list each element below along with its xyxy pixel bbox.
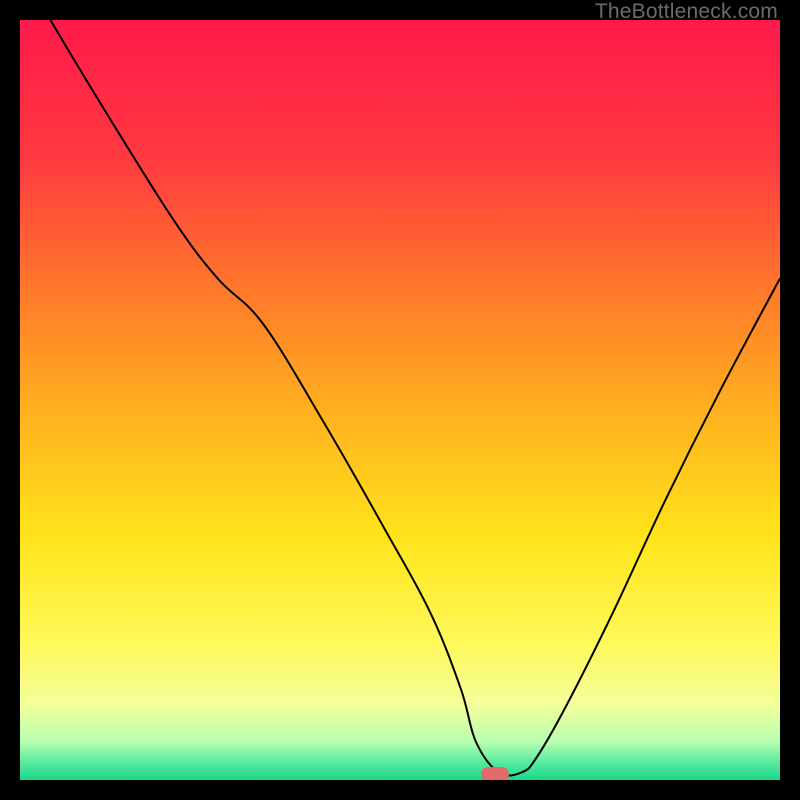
bottleneck-curve [20,20,780,780]
chart-frame: TheBottleneck.com [0,0,800,800]
minimum-marker [481,767,509,780]
plot-area [20,20,780,780]
